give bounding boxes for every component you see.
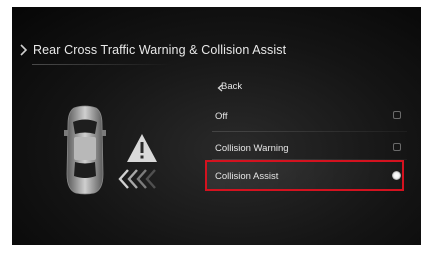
selection-highlight-box (205, 160, 404, 191)
page-title-row: Rear Cross Traffic Warning & Collision A… (18, 43, 286, 57)
option-collision-warning[interactable]: Collision Warning (203, 135, 409, 161)
title-divider (32, 64, 172, 65)
menu-divider (212, 131, 407, 132)
incoming-traffic-arrows-icon (118, 169, 156, 189)
chevron-right-icon (20, 44, 28, 56)
option-off-radio[interactable] (393, 111, 401, 119)
warning-triangle-icon (127, 134, 157, 162)
option-off[interactable]: Off (203, 103, 409, 129)
back-button[interactable]: Back (203, 73, 409, 99)
option-collision-warning-radio[interactable] (393, 143, 401, 151)
option-off-label: Off (215, 110, 228, 122)
infotainment-screen: Rear Cross Traffic Warning & Collision A… (12, 7, 421, 245)
page-title: Rear Cross Traffic Warning & Collision A… (33, 43, 287, 57)
car-top-view-icon (64, 105, 106, 195)
back-label: Back (221, 80, 243, 92)
option-collision-warning-label: Collision Warning (215, 142, 289, 154)
